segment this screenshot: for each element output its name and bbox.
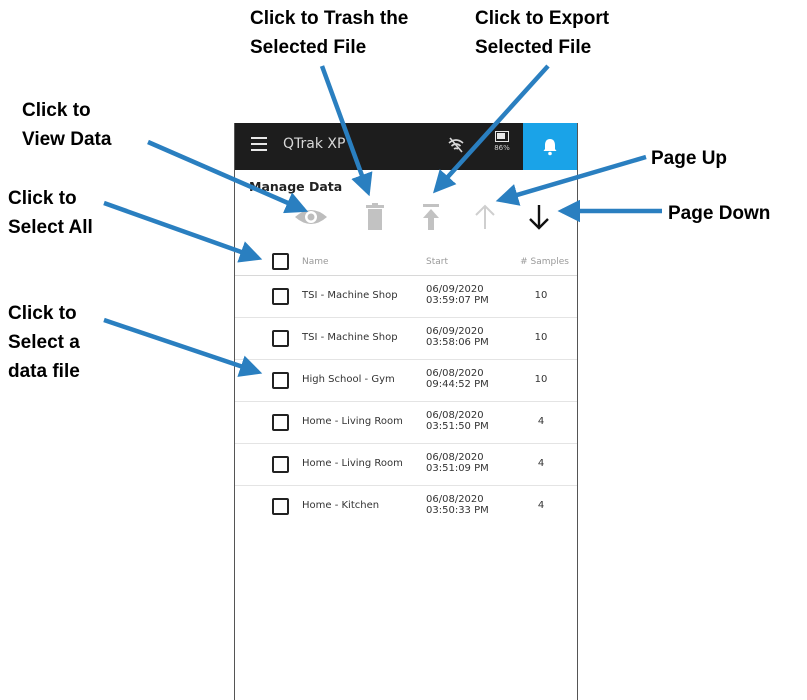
row-checkbox[interactable] (272, 414, 289, 431)
row-start-date: 06/09/2020 (426, 284, 484, 295)
callout-select-file-line-1: Click to (8, 303, 77, 324)
bell-icon (543, 138, 557, 155)
table-header-row: Name Start # Samples (235, 245, 577, 276)
row-checkbox[interactable] (272, 498, 289, 515)
battery-indicator: 86% (487, 131, 517, 152)
table-row[interactable]: Home - Living Room 06/08/2020 03:51:50 P… (235, 402, 577, 444)
callout-export: Click to Export Selected File (475, 4, 609, 62)
row-name: High School - Gym (302, 374, 395, 385)
select-all-checkbox[interactable] (272, 253, 289, 270)
row-start-time: 03:51:50 PM (426, 421, 489, 432)
callout-select-file-line-3: data file (8, 361, 80, 382)
menu-icon[interactable] (251, 137, 267, 151)
battery-percent: 86% (494, 144, 510, 152)
row-start: 06/08/2020 03:51:50 PM (426, 410, 489, 432)
row-start-time: 09:44:52 PM (426, 379, 489, 390)
row-start: 06/08/2020 03:50:33 PM (426, 494, 489, 516)
callout-page-up: Page Up (651, 144, 727, 173)
row-samples: 10 (534, 332, 548, 343)
export-icon[interactable] (421, 203, 441, 231)
section-title: Manage Data (249, 179, 343, 194)
row-name: TSI - Machine Shop (302, 332, 398, 343)
row-samples: 4 (537, 458, 545, 469)
trash-icon[interactable] (365, 203, 385, 231)
callout-view-data: Click to View Data (22, 96, 111, 154)
row-start-time: 03:51:09 PM (426, 463, 489, 474)
table-row[interactable]: High School - Gym 06/08/2020 09:44:52 PM… (235, 360, 577, 402)
callout-select-all-line-2: Select All (8, 217, 93, 238)
row-start-time: 03:59:07 PM (426, 295, 489, 306)
row-samples: 4 (537, 500, 545, 511)
row-start-date: 06/08/2020 (426, 452, 484, 463)
row-start: 06/09/2020 03:59:07 PM (426, 284, 489, 306)
table-row[interactable]: Home - Kitchen 06/08/2020 03:50:33 PM 4 (235, 486, 577, 527)
eye-icon[interactable] (293, 205, 329, 229)
row-start: 06/08/2020 09:44:52 PM (426, 368, 489, 390)
row-name: Home - Living Room (302, 458, 403, 469)
app-title: QTrak XP (283, 136, 346, 152)
table-row[interactable]: TSI - Machine Shop 06/09/2020 03:59:07 P… (235, 276, 577, 318)
app-top-bar: QTrak XP 86% (235, 123, 577, 170)
row-start-date: 06/08/2020 (426, 410, 484, 421)
row-start-time: 03:50:33 PM (426, 505, 489, 516)
row-start: 06/08/2020 03:51:09 PM (426, 452, 489, 474)
page-down-arrow-icon[interactable] (528, 203, 550, 231)
callout-view-line-1: Click to (22, 100, 91, 121)
row-checkbox[interactable] (272, 330, 289, 347)
table-row[interactable]: TSI - Machine Shop 06/09/2020 03:58:06 P… (235, 318, 577, 360)
data-file-table: Name Start # Samples TSI - Machine Shop … (235, 245, 577, 527)
row-checkbox[interactable] (272, 456, 289, 473)
callout-select-all: Click to Select All (8, 184, 93, 242)
row-start-date: 06/09/2020 (426, 326, 484, 337)
row-name: TSI - Machine Shop (302, 290, 398, 301)
row-start-date: 06/08/2020 (426, 494, 484, 505)
callout-select-file: Click to Select a data file (8, 299, 80, 386)
battery-icon (495, 131, 509, 142)
row-checkbox[interactable] (272, 372, 289, 389)
callout-export-line-2: Selected File (475, 37, 592, 58)
column-header-samples: # Samples (520, 257, 569, 267)
row-start-time: 03:58:06 PM (426, 337, 489, 348)
callout-select-file-line-2: Select a (8, 332, 80, 353)
callout-trash-line-2: Selected File (250, 37, 367, 58)
callout-trash-line-1: Click to Trash the (250, 8, 409, 29)
row-samples: 10 (534, 374, 548, 385)
callout-view-line-2: View Data (22, 129, 112, 150)
row-start-date: 06/08/2020 (426, 368, 484, 379)
row-checkbox[interactable] (272, 288, 289, 305)
row-name: Home - Living Room (302, 416, 403, 427)
callout-page-down-text: Page Down (668, 203, 771, 224)
row-samples: 10 (534, 290, 548, 301)
callout-export-line-1: Click to Export (475, 8, 610, 29)
row-start: 06/09/2020 03:58:06 PM (426, 326, 489, 348)
column-header-name: Name (302, 257, 329, 267)
page-up-arrow-icon[interactable] (474, 203, 496, 231)
wifi-off-icon (448, 137, 464, 153)
row-samples: 4 (537, 416, 545, 427)
table-row[interactable]: Home - Living Room 06/08/2020 03:51:09 P… (235, 444, 577, 486)
column-header-start: Start (426, 257, 448, 267)
device-screen: QTrak XP 86% Manage Data Name Start # Sa… (234, 123, 578, 700)
callout-trash: Click to Trash the Selected File (250, 4, 408, 62)
callout-page-up-text: Page Up (651, 148, 728, 169)
notifications-button[interactable] (523, 123, 577, 170)
callout-page-down: Page Down (668, 199, 770, 228)
callout-select-all-line-1: Click to (8, 188, 77, 209)
row-name: Home - Kitchen (302, 500, 380, 511)
